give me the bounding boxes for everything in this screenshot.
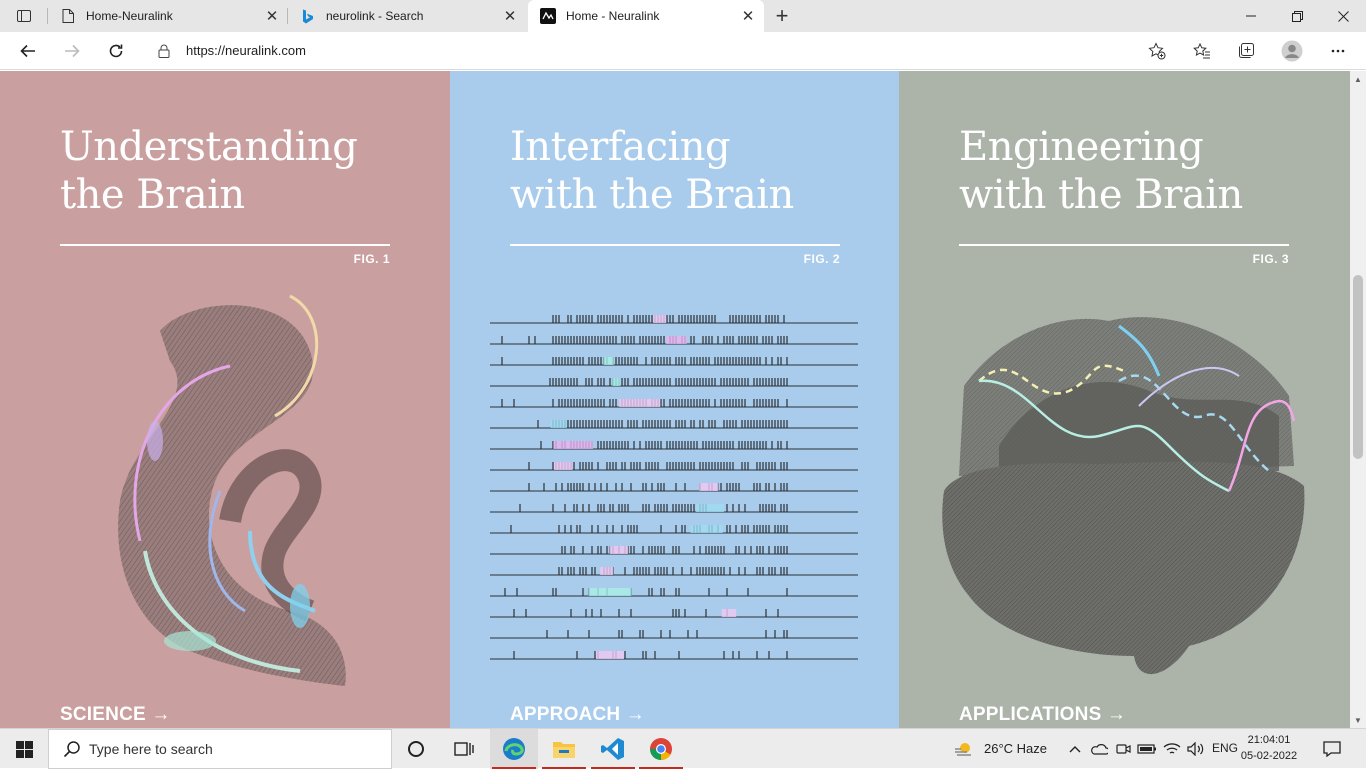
browser-toolbar: https://neuralink.com xyxy=(0,32,1366,70)
restore-button[interactable] xyxy=(1274,0,1320,32)
panel-title: Interfacing with the Brain xyxy=(510,124,794,218)
volume-icon[interactable] xyxy=(1184,729,1208,769)
search-icon xyxy=(63,740,81,758)
vscode-icon[interactable] xyxy=(589,729,637,769)
panel-title: Understanding the Brain xyxy=(60,124,358,218)
file-explorer-icon[interactable] xyxy=(540,729,588,769)
close-tab-icon[interactable]: ✕ xyxy=(736,4,760,28)
neuralink-icon xyxy=(540,8,556,24)
search-placeholder: Type here to search xyxy=(89,741,213,757)
settings-more-icon[interactable] xyxy=(1323,36,1353,66)
tab-title: Home-Neuralink xyxy=(86,9,173,23)
tab-actions-icon[interactable] xyxy=(8,5,40,27)
tab-neurolink-search[interactable]: neurolink - Search ✕ xyxy=(288,0,526,32)
battery-icon[interactable] xyxy=(1136,729,1158,769)
profile-avatar[interactable] xyxy=(1277,36,1307,66)
new-tab-button[interactable]: + xyxy=(770,3,794,28)
page-scrollbar[interactable]: ▲ ▼ xyxy=(1350,71,1366,728)
figure-label: FIG. 3 xyxy=(1252,252,1289,266)
close-tab-icon[interactable]: ✕ xyxy=(498,4,522,28)
tab-title: neurolink - Search xyxy=(326,9,424,23)
close-tab-icon[interactable]: ✕ xyxy=(260,4,284,28)
tab-home-neuralink[interactable]: Home-Neuralink ✕ xyxy=(48,0,288,32)
url-text[interactable]: https://neuralink.com xyxy=(186,43,306,58)
weather-text[interactable]: 26°C Haze xyxy=(984,741,1047,756)
scroll-down-icon[interactable]: ▼ xyxy=(1350,712,1366,728)
windows-taskbar: Type here to search 26°C Haze ENG 21:04:… xyxy=(0,728,1366,769)
collections-icon[interactable] xyxy=(1231,36,1261,66)
clock-time: 21:04:01 xyxy=(1247,734,1291,746)
refresh-button[interactable] xyxy=(101,36,131,66)
neuralink-page: Understanding the Brain FIG. 1 SCIENCE → xyxy=(0,71,1350,728)
bing-icon xyxy=(300,8,316,24)
minimize-button[interactable] xyxy=(1228,0,1274,32)
weather-icon[interactable] xyxy=(942,729,986,769)
add-favorite-icon[interactable] xyxy=(1146,40,1168,62)
clock[interactable]: 21:04:01 05-02-2022 xyxy=(1238,732,1300,764)
chevron-up-icon[interactable] xyxy=(1064,729,1086,769)
close-window-button[interactable] xyxy=(1320,0,1366,32)
approach-link[interactable]: APPROACH → xyxy=(510,704,645,726)
hippocampus-illustration xyxy=(118,294,346,686)
spike-raster-illustration xyxy=(490,315,858,660)
address-bar[interactable]: https://neuralink.com xyxy=(144,35,1174,66)
panel-approach: Interfacing with the Brain FIG. 2 APPROA… xyxy=(450,71,899,728)
notifications-icon[interactable] xyxy=(1310,729,1354,769)
taskbar-search[interactable]: Type here to search xyxy=(48,729,392,769)
panel-applications: Engineering with the Brain FIG. 3 APPLIC… xyxy=(899,71,1350,728)
cortana-icon[interactable] xyxy=(392,729,440,769)
wifi-icon[interactable] xyxy=(1160,729,1184,769)
edge-icon[interactable] xyxy=(490,729,538,769)
divider xyxy=(959,244,1289,246)
figure-label: FIG. 1 xyxy=(353,252,390,266)
brain-illustration xyxy=(942,317,1305,675)
page-icon xyxy=(60,8,76,24)
task-view-icon[interactable] xyxy=(440,729,488,769)
divider xyxy=(60,244,390,246)
scroll-up-icon[interactable]: ▲ xyxy=(1350,71,1366,87)
panel-title: Engineering with the Brain xyxy=(959,124,1243,218)
tab-home-neuralink-active[interactable]: Home - Neuralink ✕ xyxy=(528,0,764,32)
scroll-thumb[interactable] xyxy=(1353,275,1363,459)
tab-strip: Home-Neuralink ✕ neurolink - Search ✕ Ho… xyxy=(0,0,1366,32)
onedrive-icon[interactable] xyxy=(1088,729,1110,769)
back-button[interactable] xyxy=(13,36,43,66)
meet-now-icon[interactable] xyxy=(1112,729,1134,769)
chrome-icon[interactable] xyxy=(637,729,685,769)
figure-label: FIG. 2 xyxy=(803,252,840,266)
lock-icon[interactable] xyxy=(158,44,172,58)
panel-science: Understanding the Brain FIG. 1 SCIENCE → xyxy=(0,71,450,728)
language-indicator[interactable]: ENG xyxy=(1212,741,1238,755)
divider xyxy=(510,244,840,246)
applications-link[interactable]: APPLICATIONS → xyxy=(959,704,1126,726)
clock-date: 05-02-2022 xyxy=(1240,750,1298,762)
science-link[interactable]: SCIENCE → xyxy=(60,704,171,726)
forward-button[interactable] xyxy=(57,36,87,66)
favorites-icon[interactable] xyxy=(1187,36,1217,66)
tab-title: Home - Neuralink xyxy=(566,9,660,23)
start-button[interactable] xyxy=(0,729,48,769)
